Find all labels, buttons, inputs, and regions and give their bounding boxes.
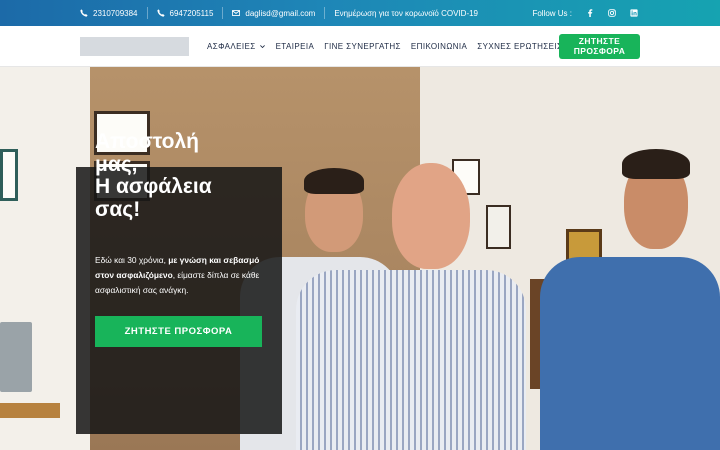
- phone-2[interactable]: 6947205115: [156, 8, 214, 18]
- facebook-icon[interactable]: [586, 9, 594, 17]
- phone-2-text: 6947205115: [169, 8, 214, 18]
- hero-title-line-4: σας!: [95, 197, 141, 221]
- hero-title: Αποστολή μας, Η ασφάλεια σας!: [95, 130, 255, 221]
- divider: [222, 7, 224, 19]
- cta-line-2: ΠΡΟΣΦΟΡΑ: [573, 45, 626, 56]
- main-nav: ΑΣΦΑΛΕΙΕΣ ΕΤΑΙΡΕΙΑ ΓΙΝΕ ΣΥΝΕΡΓΑΤΗΣ ΕΠΙΚΟ…: [207, 26, 562, 67]
- top-bar: 2310709384 6947205115 daglisd@gmail.com …: [0, 0, 720, 26]
- request-quote-button-hero[interactable]: ΖΗΤΗΣΤΕ ΠΡΟΣΦΟΡΑ: [95, 316, 262, 347]
- phone-icon: [156, 9, 165, 17]
- instagram-icon[interactable]: [608, 9, 616, 17]
- request-quote-button-header[interactable]: ΖΗΤΗΣΤΕ ΠΡΟΣΦΟΡΑ: [559, 34, 640, 59]
- contact-info: 2310709384 6947205115 daglisd@gmail.com …: [80, 0, 478, 26]
- site-header: ΑΣΦΑΛΕΙΕΣ ΕΤΑΙΡΕΙΑ ΓΙΝΕ ΣΥΝΕΡΓΑΤΗΣ ΕΠΙΚΟ…: [0, 26, 720, 67]
- logo[interactable]: [80, 37, 189, 56]
- chevron-down-icon: [259, 45, 265, 49]
- nav-contact-label: ΕΠΙΚΟΙΝΩΝΙΑ: [410, 42, 468, 51]
- envelope-icon: [232, 10, 241, 16]
- nav-company[interactable]: ΕΤΑΙΡΕΙΑ: [276, 42, 315, 51]
- nav-insurances-label: ΑΣΦΑΛΕΙΕΣ: [207, 42, 256, 51]
- social-links: Follow Us :: [532, 0, 638, 26]
- email-text: daglisd@gmail.com: [245, 8, 316, 18]
- nav-faq[interactable]: ΣΥΧΝΕΣ ΕΡΩΤΗΣΕΙΣ: [477, 42, 562, 51]
- nav-contact[interactable]: ΕΠΙΚΟΙΝΩΝΙΑ: [411, 42, 467, 51]
- phone-icon: [80, 9, 88, 17]
- nav-faq-label: ΣΥΧΝΕΣ ΕΡΩΤΗΣΕΙΣ: [477, 42, 563, 51]
- covid-link-text: Ενημέρωση για τον κορωνοϊό COVID-19: [334, 8, 478, 18]
- follow-label: Follow Us :: [532, 8, 572, 18]
- hero-text-part-1: Εδώ και 30 χρόνια,: [95, 255, 169, 265]
- linkedin-icon[interactable]: [630, 9, 638, 17]
- divider: [324, 7, 326, 19]
- divider: [146, 7, 148, 19]
- hero-description: Εδώ και 30 χρόνια, με γνώση και σεβασμό …: [95, 253, 275, 298]
- email-link[interactable]: daglisd@gmail.com: [232, 9, 315, 18]
- nav-insurances[interactable]: ΑΣΦΑΛΕΙΕΣ: [207, 42, 266, 51]
- nav-company-label: ΕΤΑΙΡΕΙΑ: [275, 42, 315, 51]
- phone-1-text: 2310709384: [93, 8, 138, 18]
- covid-link[interactable]: Ενημέρωση για τον κορωνοϊό COVID-19: [334, 9, 478, 18]
- hero-title-line-3: Η ασφάλεια: [95, 175, 212, 198]
- phone-1[interactable]: 2310709384: [80, 9, 138, 18]
- hero-title-line-2: μας,: [95, 152, 138, 176]
- hero-title-line-1: Αποστολή: [95, 130, 199, 153]
- nav-partner-label: ΓΙΝΕ ΣΥΝΕΡΓΑΤΗΣ: [324, 42, 401, 51]
- nav-partner[interactable]: ΓΙΝΕ ΣΥΝΕΡΓΑΤΗΣ: [324, 42, 401, 51]
